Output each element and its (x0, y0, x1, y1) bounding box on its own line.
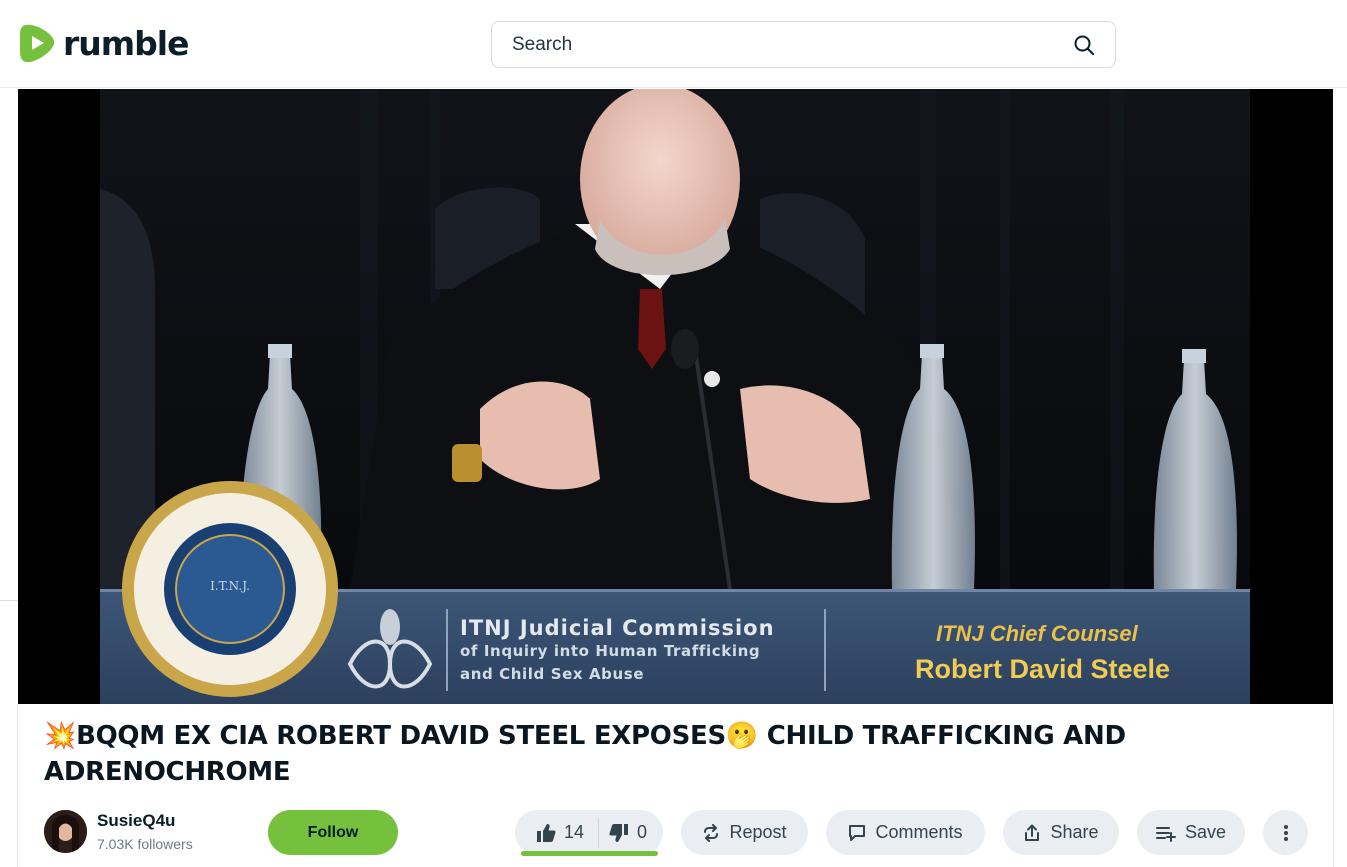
seal-label: I.T.N.J. (210, 579, 250, 593)
repost-button[interactable]: Repost (681, 810, 808, 855)
lower-third-role: ITNJ Chief Counsel (936, 621, 1138, 646)
channel-text: SusieQ4u 7.03K followers (97, 811, 193, 852)
divider (17, 704, 18, 867)
title-part-1: BQQM EX CIA ROBERT DAVID STEEL EXPOSES (76, 721, 726, 751)
lower-third-org-line1: ITNJ Judicial Commission (460, 616, 775, 640)
video-player[interactable]: I.T.N.J. ITNJ Judicial Commission of Inq… (18, 89, 1333, 704)
more-vertical-icon (1283, 824, 1288, 841)
avatar-image (44, 810, 87, 853)
channel-followers: 7.03K followers (97, 836, 193, 852)
like-count: 14 (564, 822, 585, 842)
divider (0, 600, 18, 601)
share-label: Share (1050, 822, 1099, 842)
repost-icon (704, 823, 719, 842)
comments-label: Comments (875, 822, 963, 842)
dislike-count: 0 (637, 822, 648, 842)
explosion-emoji: 💥 (44, 721, 77, 751)
avatar[interactable] (44, 810, 87, 853)
rumble-logo-icon (20, 24, 55, 63)
divider (1333, 704, 1334, 867)
channel-info[interactable]: SusieQ4u 7.03K followers (44, 810, 193, 853)
follow-button[interactable]: Follow (268, 810, 398, 855)
comments-button[interactable]: Comments (826, 810, 985, 855)
save-button[interactable]: Save (1137, 810, 1245, 855)
more-options-button[interactable] (1263, 810, 1308, 855)
logo-wordmark: rumble (63, 23, 189, 63)
top-bar: rumble (0, 0, 1347, 88)
channel-name[interactable]: SusieQ4u (97, 811, 193, 831)
dislike-button[interactable]: 0 (599, 810, 647, 855)
vote-ratio-bar (521, 851, 658, 856)
search-box (491, 21, 1116, 68)
like-button[interactable]: 14 (515, 810, 584, 855)
video-title: 💥BQQM EX CIA ROBERT DAVID STEEL EXPOSES🫢… (44, 718, 1314, 790)
face-emoji: 🫢 (725, 721, 758, 751)
vote-group: 14 0 (515, 810, 663, 855)
thumbs-down-icon (609, 823, 629, 842)
share-icon (1025, 824, 1040, 841)
share-button[interactable]: Share (1003, 810, 1119, 855)
playlist-add-icon (1155, 826, 1176, 842)
repost-label: Repost (729, 822, 787, 842)
lower-third-org-line3: and Child Sex Abuse (460, 665, 645, 683)
lower-third-speaker: Robert David Steele (915, 654, 1171, 684)
search-icon[interactable] (1073, 34, 1095, 56)
comment-icon (849, 824, 866, 841)
lower-third-org-line2: of Inquiry into Human Trafficking (460, 642, 761, 660)
video-frame[interactable]: I.T.N.J. ITNJ Judicial Commission of Inq… (100, 89, 1250, 704)
thumbs-up-icon (537, 823, 556, 842)
search-input[interactable] (492, 22, 1062, 67)
video-scene (100, 89, 1250, 704)
save-label: Save (1184, 822, 1227, 842)
rumble-logo[interactable]: rumble (17, 22, 189, 64)
